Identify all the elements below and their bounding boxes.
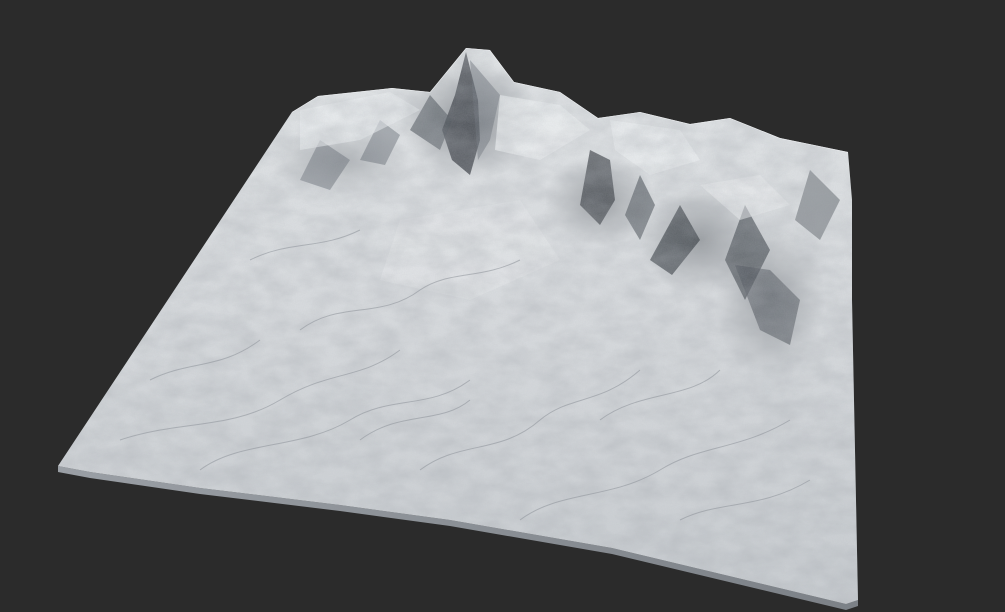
terrain-surface <box>58 48 858 610</box>
render-viewport <box>0 0 1005 612</box>
terrain-render <box>58 48 858 610</box>
